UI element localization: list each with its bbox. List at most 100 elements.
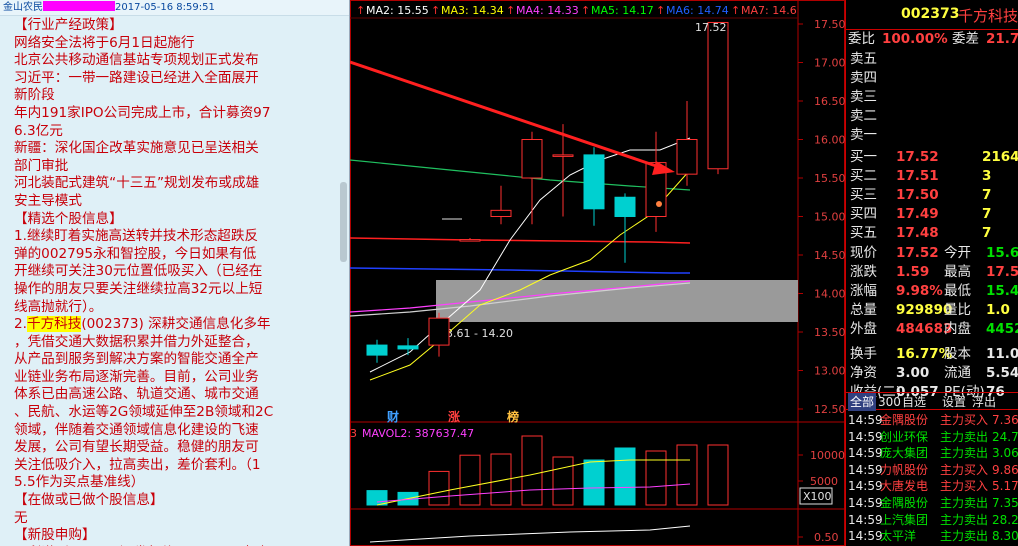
weibi-row: 委比 100.00% 委差 21.7万 bbox=[846, 30, 1018, 49]
buy-label: 买三 bbox=[850, 187, 877, 203]
stat-value: 1.0 bbox=[986, 302, 1010, 318]
candle-body bbox=[366, 344, 388, 356]
stat-value: 11.0亿 bbox=[986, 346, 1018, 362]
stat-value: 5.54亿 bbox=[986, 365, 1018, 381]
candle-body bbox=[676, 139, 698, 175]
tick-tabs: 全部 300 自选 设置 浮出 bbox=[846, 392, 1018, 411]
tick-row[interactable]: 14:59上汽集团主力卖出28.26 bbox=[846, 512, 1018, 529]
weibi-label: 委比 bbox=[848, 31, 875, 47]
tick-name: 庞大集团 bbox=[880, 446, 929, 461]
message-line: 【精选个股信息】 bbox=[14, 210, 123, 227]
tick-row[interactable]: 14:59力帆股份主力买入9.86/ bbox=[846, 462, 1018, 479]
tick-val: 7.35/ bbox=[992, 496, 1018, 510]
volume-bar bbox=[707, 444, 729, 506]
tick-row[interactable]: 14:59金隅股份主力卖出7.35/ bbox=[846, 495, 1018, 512]
indicator-line bbox=[369, 525, 691, 543]
stat-value: 15.6 bbox=[986, 245, 1018, 261]
tick-time: 14:59 bbox=[848, 462, 883, 477]
weicha-label: 委差 bbox=[952, 31, 979, 47]
message-panel[interactable]: 金山农民 2017-05-16 8:59:51 【行业产经政策】 网络安全法将于6月… bbox=[0, 0, 350, 546]
stat-label: 现价 bbox=[850, 245, 877, 261]
message-datetime: 2017-05-16 8:59:51 bbox=[115, 2, 215, 13]
stat-value: 44520 bbox=[986, 321, 1018, 337]
volume-bar bbox=[459, 454, 481, 506]
tick-row[interactable]: 14:59金隅股份主力买入7.36/ bbox=[846, 412, 1018, 429]
message-line: 北京公共移动通信基站专项规划正式发布 bbox=[14, 52, 259, 69]
price-dot bbox=[656, 201, 662, 207]
tick-tab[interactable]: 全部 bbox=[848, 393, 877, 411]
tick-row[interactable]: 14:59创业环保主力卖出24.70 bbox=[846, 429, 1018, 446]
tick-action: 主力买入 bbox=[940, 413, 989, 427]
price-tick-label: 17.00 bbox=[814, 57, 845, 70]
tick-tab[interactable]: 300 bbox=[878, 393, 901, 411]
tick-name: 太平洋 bbox=[880, 529, 917, 544]
tick-val: 28.26 bbox=[992, 512, 1018, 527]
buy-price: 17.51 bbox=[896, 168, 939, 184]
ma-label: MA4: 14.33 bbox=[516, 4, 579, 17]
message-line: 【行业产经政策】 bbox=[14, 17, 123, 33]
message-line: 【新股申购】 bbox=[14, 527, 96, 544]
price-tick-label: 15.50 bbox=[814, 172, 845, 185]
volume-bar bbox=[552, 456, 574, 506]
tick-time: 14:59 bbox=[848, 413, 883, 427]
tick-row[interactable]: 14:59太平洋 主力卖出8.30/ bbox=[846, 528, 1018, 545]
tick-row[interactable]: 14:59大唐发电主力买入5.17/ bbox=[846, 478, 1018, 495]
message-line: 习近平：一带一路建设已经进入全面展开 bbox=[14, 69, 259, 86]
sell-row: 卖五 bbox=[846, 50, 1018, 69]
message-line: 部门审批 bbox=[14, 157, 69, 174]
ma6-line bbox=[349, 267, 690, 274]
sell-row: 卖三 bbox=[846, 88, 1018, 107]
tick-tab[interactable]: 设置 bbox=[942, 393, 966, 411]
tick-action: 主力卖出 bbox=[940, 512, 989, 527]
stat-value: 9.98% bbox=[896, 283, 943, 299]
tick-time: 14:59 bbox=[848, 529, 883, 544]
scrollbar-thumb[interactable] bbox=[340, 182, 347, 262]
stat-row: 涨幅 9.98% 最低 15.4 bbox=[846, 282, 1018, 301]
tick-tab[interactable]: 浮出 bbox=[972, 393, 996, 411]
ma7-line bbox=[349, 237, 691, 244]
stat-value: 3.00 bbox=[896, 365, 930, 381]
buy-volume: 3 bbox=[982, 168, 992, 184]
message-line: 新阶段 bbox=[14, 87, 55, 104]
price-tick-label: 13.00 bbox=[814, 365, 845, 378]
stat-label: 今开 bbox=[944, 245, 971, 261]
stock-code: 002373 bbox=[901, 6, 960, 22]
volume-bar bbox=[583, 459, 605, 506]
message-line: 网络安全法将于6月1日起施行 bbox=[14, 34, 195, 51]
price-range-label: 13.61 - 14.20 bbox=[439, 327, 513, 340]
price-tick-label: 14.00 bbox=[814, 288, 845, 301]
stock-name: 千方科技 bbox=[958, 7, 1018, 25]
price-tick-label: 15.00 bbox=[814, 211, 845, 224]
price-tick-label: 16.50 bbox=[814, 95, 845, 108]
stat-row: 涨跌 1.59 最高 17.5 bbox=[846, 263, 1018, 282]
bottom-tick-label: 0.50 bbox=[814, 531, 839, 544]
ma-label: MA7: 14.6 bbox=[741, 4, 797, 17]
stat-label: 最高 bbox=[944, 264, 971, 280]
buy-label: 买一 bbox=[850, 149, 877, 165]
tick-action: 主力买入 bbox=[940, 462, 989, 477]
vol-tick-label: 5000 bbox=[810, 475, 838, 488]
buy-row: 买四 17.49 7 bbox=[846, 205, 1018, 224]
kline-chart[interactable]: 17.50 17.00 16.50 16.00 15.50 15.00 14.50 14.00… bbox=[349, 0, 846, 546]
buy-price: 17.52 bbox=[896, 149, 939, 165]
buy-volume: 7 bbox=[982, 187, 992, 203]
tick-action: 主力卖出 bbox=[940, 529, 989, 544]
stat-label: 涨跌 bbox=[850, 264, 877, 280]
tick-row[interactable]: 14:59庞大集团主力卖出3.06/ bbox=[846, 445, 1018, 462]
message-line: 年内191家IPO公司完成上市，合计募资97 bbox=[14, 104, 271, 121]
stock-pick-name[interactable]: 千方科技 bbox=[26, 316, 82, 333]
tick-tab[interactable]: 自选 bbox=[902, 393, 926, 411]
buy-label: 买四 bbox=[850, 206, 877, 222]
stat-label: 净资 bbox=[850, 365, 877, 381]
message-line: 6.3亿元 bbox=[14, 122, 63, 139]
event-marker: 榜 bbox=[507, 409, 519, 424]
buy-row: 买三 17.50 7 bbox=[846, 186, 1018, 205]
tick-name: 上汽集团 bbox=[880, 512, 929, 527]
ma-arrow: ↑ bbox=[581, 4, 590, 17]
message-line: 从产品到服务到解决方案的智能交通全产 bbox=[14, 351, 259, 368]
message-line: 【在做或已做个股信息】 bbox=[14, 492, 164, 509]
stat-value: 17.52 bbox=[896, 245, 939, 261]
buy-price: 17.48 bbox=[896, 225, 939, 241]
tick-name: 力帆股份 bbox=[880, 462, 929, 477]
tick-val: 24.70 bbox=[992, 429, 1018, 444]
